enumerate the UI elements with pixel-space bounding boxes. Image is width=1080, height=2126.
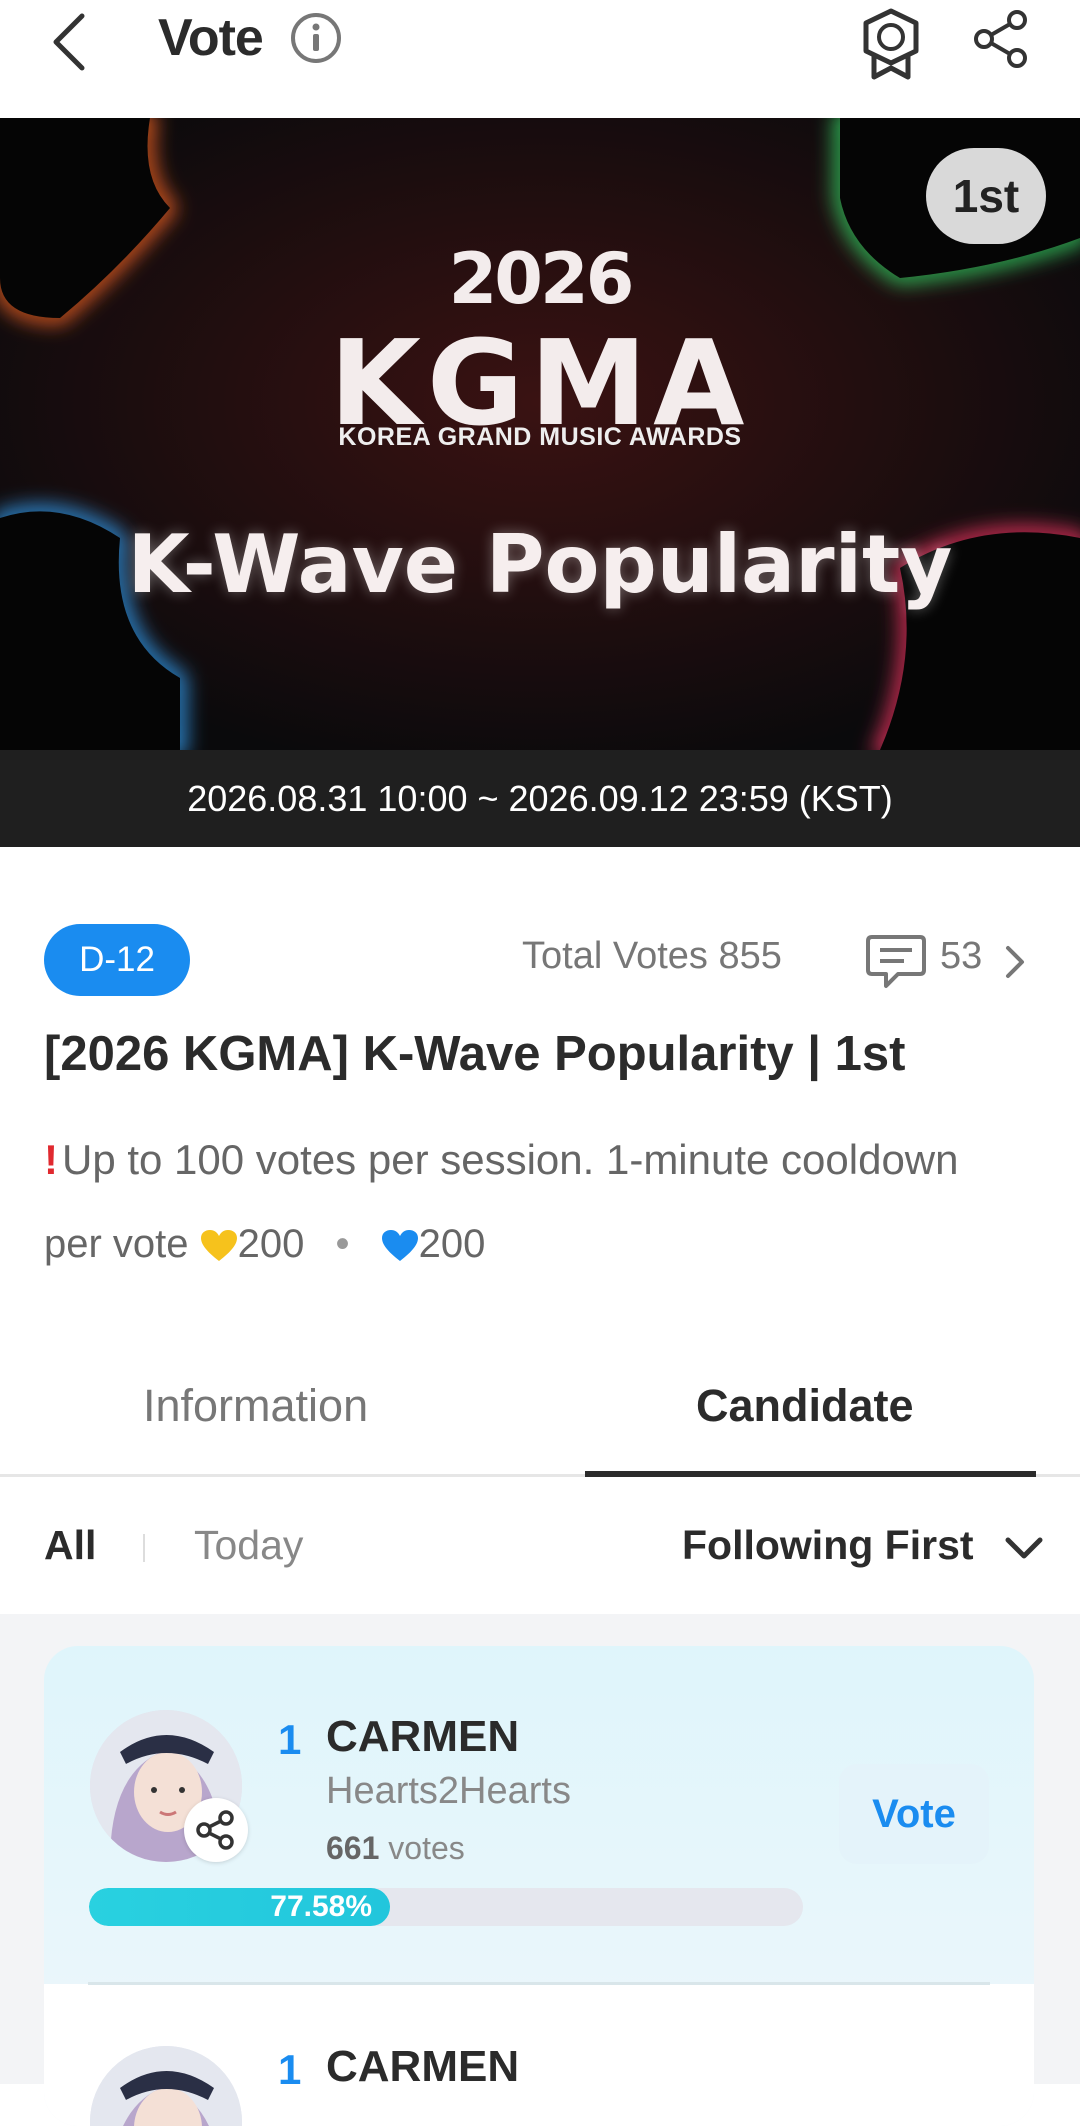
share-icon[interactable] <box>970 8 1032 70</box>
votes-count: 661 <box>326 1830 380 1866</box>
banner-year: 2026 <box>448 238 635 320</box>
rank-badge: 1st <box>926 148 1046 244</box>
vote-progress-track: 77.58% <box>89 1888 803 1926</box>
chevron-right-icon[interactable] <box>1004 944 1026 980</box>
back-arrow-icon[interactable] <box>50 10 90 74</box>
candidate-name: CARMEN <box>326 1712 520 1761</box>
vote-percent: 77.58% <box>270 1890 373 1923</box>
comment-icon[interactable] <box>864 932 928 992</box>
vote-button[interactable]: Vote <box>839 1764 989 1864</box>
filter-today[interactable]: Today <box>194 1522 303 1569</box>
vote-period: 2026.08.31 10:00 ~ 2026.09.12 23:59 (KST… <box>0 750 1080 847</box>
top-app-bar: Vote <box>0 0 1080 118</box>
price-blue: 200 <box>418 1222 486 1266</box>
banner-title: K-Wave Popularity <box>127 518 953 611</box>
candidate-votes: 661 votes <box>326 1830 465 1867</box>
avatar-share-icon[interactable] <box>184 1798 248 1862</box>
candidate-group: Hearts2Hearts <box>326 1770 571 1812</box>
tab-active-indicator <box>585 1471 1036 1477</box>
page-title: Vote <box>158 9 264 67</box>
dday-badge: D-12 <box>44 924 190 996</box>
tab-information[interactable]: Information <box>143 1380 368 1432</box>
filter-separator <box>143 1534 145 1562</box>
vote-title: [2026 KGMA] K-Wave Popularity | 1st <box>44 1027 906 1081</box>
separator-dot: • <box>335 1222 350 1266</box>
info-icon[interactable] <box>290 12 342 64</box>
notice-text: Up to 100 votes per session. 1-minute co… <box>62 1136 959 1183</box>
comment-count[interactable]: 53 <box>940 935 982 978</box>
vote-progress-fill: 77.58% <box>89 1888 391 1926</box>
candidate-rank: 1 <box>278 1716 302 1763</box>
medal-icon[interactable] <box>858 8 924 80</box>
gold-heart-icon <box>200 1222 238 1266</box>
alert-mark: ! <box>44 1136 58 1183</box>
filter-all[interactable]: All <box>44 1522 96 1569</box>
total-votes: Total Votes 855 <box>522 935 782 977</box>
vote-price: per vote 200 • 200 <box>44 1222 485 1267</box>
blue-heart-icon <box>381 1222 419 1266</box>
card-divider <box>88 1982 990 1985</box>
sort-dropdown[interactable]: Following First <box>682 1522 974 1569</box>
vote-notice: !Up to 100 votes per session. 1-minute c… <box>44 1136 1034 1184</box>
candidate-card: 1 CARMEN Hearts2Hearts 661 votes Vote 77… <box>44 1646 1034 2126</box>
logo-subtitle: KOREA GRAND MUSIC AWARDS <box>338 423 742 451</box>
candidate-rank: 1 <box>278 2046 302 2093</box>
candidate-name: CARMEN <box>326 2042 520 2091</box>
chevron-down-icon[interactable] <box>1004 1536 1044 1562</box>
price-prefix: per vote <box>44 1222 189 1266</box>
event-banner: 1st 2026 KGMA KOREA GRAND MUSIC AWARDS K… <box>0 118 1080 750</box>
price-gold: 200 <box>237 1222 305 1266</box>
votes-unit: votes <box>388 1830 465 1866</box>
tab-candidate[interactable]: Candidate <box>696 1380 914 1432</box>
